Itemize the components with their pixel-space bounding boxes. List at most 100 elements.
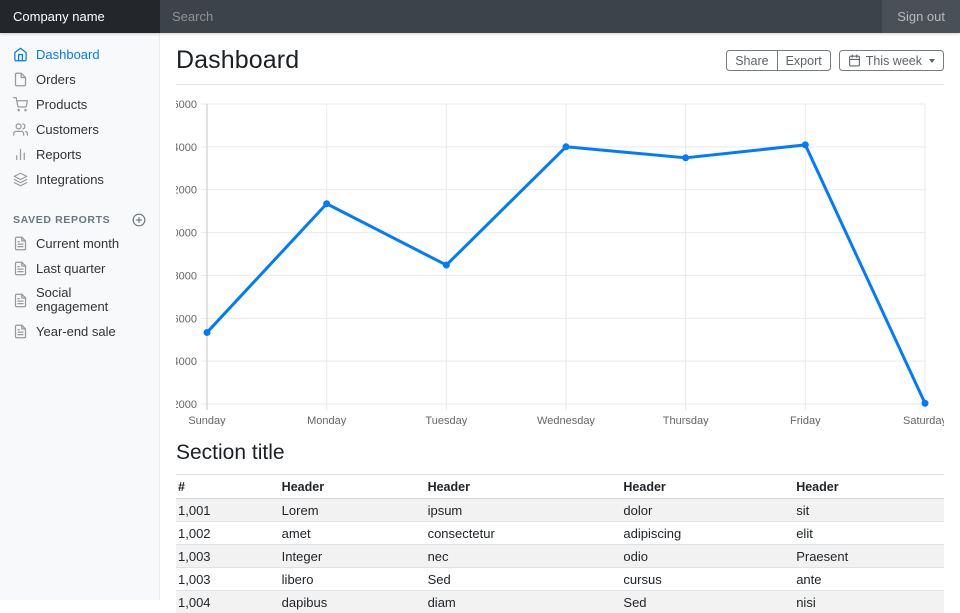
table-cell: 1,001 — [176, 499, 280, 522]
top-navbar: Company name Sign out — [0, 0, 960, 33]
sidebar-item-label: Dashboard — [36, 48, 100, 62]
sidebar-item-customers[interactable]: Customers — [0, 117, 159, 142]
toolbar: Share Export This week — [726, 50, 944, 71]
table-cell: consectetur — [426, 522, 622, 545]
svg-text:Monday: Monday — [307, 415, 347, 426]
sidebar-item-current-month[interactable]: Current month — [0, 231, 159, 256]
table-header-cell: Header — [794, 475, 944, 499]
share-button[interactable]: Share — [726, 50, 777, 71]
sidebar: Dashboard Orders Products Customers Repo… — [0, 33, 160, 600]
table-cell: ante — [794, 568, 944, 591]
plus-circle-icon[interactable] — [132, 213, 146, 227]
sidebar-item-label: Orders — [36, 73, 76, 87]
svg-text:26000: 26000 — [176, 99, 197, 111]
search-input[interactable] — [160, 0, 882, 33]
table-cell: 1,003 — [176, 568, 280, 591]
svg-text:Tuesday: Tuesday — [425, 415, 467, 426]
file-icon — [13, 72, 28, 87]
period-dropdown-button[interactable]: This week — [839, 50, 944, 71]
table-row: 1,003 libero Sed cursus ante — [176, 568, 944, 591]
file-text-icon — [13, 324, 28, 339]
file-text-icon — [13, 236, 28, 251]
table-row: 1,001 Lorem ipsum dolor sit — [176, 499, 944, 522]
svg-text:20000: 20000 — [176, 228, 197, 240]
brand[interactable]: Company name — [0, 0, 160, 33]
share-export-group: Share Export — [726, 50, 831, 71]
svg-text:22000: 22000 — [176, 185, 197, 197]
sidebar-item-label: Last quarter — [36, 262, 105, 276]
table-cell: odio — [621, 545, 794, 568]
table-cell: sit — [794, 499, 944, 522]
sidebar-item-label: Current month — [36, 237, 119, 251]
file-text-icon — [13, 293, 28, 308]
page-header: Dashboard Share Export This week — [176, 33, 944, 85]
sidebar-item-social-engagement[interactable]: Social engagement — [0, 281, 159, 319]
table-cell: diam — [426, 591, 622, 613]
svg-text:Sunday: Sunday — [188, 415, 226, 426]
table-cell: cursus — [621, 568, 794, 591]
table-cell: elit — [794, 522, 944, 545]
sidebar-item-orders[interactable]: Orders — [0, 67, 159, 92]
home-icon — [13, 47, 28, 62]
svg-text:18000: 18000 — [176, 270, 197, 282]
shopping-cart-icon — [13, 97, 28, 112]
table-cell: 1,002 — [176, 522, 280, 545]
table-cell: adipiscing — [621, 522, 794, 545]
svg-text:Thursday: Thursday — [663, 415, 709, 426]
table-cell: dolor — [621, 499, 794, 522]
sidebar-item-label: Integrations — [36, 173, 104, 187]
sidebar-item-label: Reports — [36, 148, 82, 162]
svg-text:Wednesday: Wednesday — [537, 415, 595, 426]
table-header-cell: Header — [426, 475, 622, 499]
sidebar-item-reports[interactable]: Reports — [0, 142, 159, 167]
table-row: 1,004 dapibus diam Sed nisi — [176, 591, 944, 613]
table-header-row: # Header Header Header Header — [176, 475, 944, 499]
period-label: This week — [866, 54, 922, 68]
table-cell: dapibus — [280, 591, 426, 613]
table-cell: Praesent — [794, 545, 944, 568]
sidebar-item-products[interactable]: Products — [0, 92, 159, 117]
sidebar-item-year-end-sale[interactable]: Year-end sale — [0, 319, 159, 344]
table-cell: 1,004 — [176, 591, 280, 613]
saved-reports-heading-label: Saved reports — [13, 214, 110, 226]
table-cell: ipsum — [426, 499, 622, 522]
svg-text:14000: 14000 — [176, 356, 197, 368]
chart-container: 26000 24000 22000 20000 18000 16000 14000 12000… — [176, 94, 944, 426]
calendar-icon — [848, 54, 861, 67]
sidebar-item-label: Year-end sale — [36, 325, 116, 339]
table-row: 1,003 Integer nec odio Praesent — [176, 545, 944, 568]
table-cell: nec — [426, 545, 622, 568]
sidebar-item-label: Social engagement — [36, 286, 146, 314]
table-cell: 1,003 — [176, 545, 280, 568]
sidebar-item-label: Customers — [36, 123, 99, 137]
sidebar-item-integrations[interactable]: Integrations — [0, 167, 159, 192]
table-cell: Sed — [426, 568, 622, 591]
svg-text:24000: 24000 — [176, 142, 197, 154]
bar-chart-icon — [13, 147, 28, 162]
table-cell: Sed — [621, 591, 794, 613]
table-header-cell: Header — [621, 475, 794, 499]
file-text-icon — [13, 261, 28, 276]
table-cell: Integer — [280, 545, 426, 568]
svg-text:12000: 12000 — [176, 399, 197, 411]
table-row: 1,002 amet consectetur adipiscing elit — [176, 522, 944, 545]
table-header-cell: Header — [280, 475, 426, 499]
export-button[interactable]: Export — [777, 50, 831, 71]
table-cell: Lorem — [280, 499, 426, 522]
svg-text:Friday: Friday — [790, 415, 821, 426]
chevron-down-icon — [929, 59, 935, 63]
users-icon — [13, 122, 28, 137]
svg-text:Saturday: Saturday — [903, 415, 944, 426]
table-cell: nisi — [794, 591, 944, 613]
layers-icon — [13, 172, 28, 187]
sidebar-item-last-quarter[interactable]: Last quarter — [0, 256, 159, 281]
svg-text:16000: 16000 — [176, 313, 197, 325]
sidebar-item-dashboard[interactable]: Dashboard — [0, 42, 159, 67]
table-cell: libero — [280, 568, 426, 591]
weekly-sales-line-chart: 26000 24000 22000 20000 18000 16000 14000 12000… — [176, 94, 944, 426]
sign-out-link[interactable]: Sign out — [882, 0, 960, 33]
section-title: Section title — [176, 441, 944, 465]
main-content: Dashboard Share Export This week 26000 24… — [160, 33, 960, 613]
page-title: Dashboard — [176, 46, 299, 75]
saved-reports-heading: Saved reports — [0, 209, 159, 231]
